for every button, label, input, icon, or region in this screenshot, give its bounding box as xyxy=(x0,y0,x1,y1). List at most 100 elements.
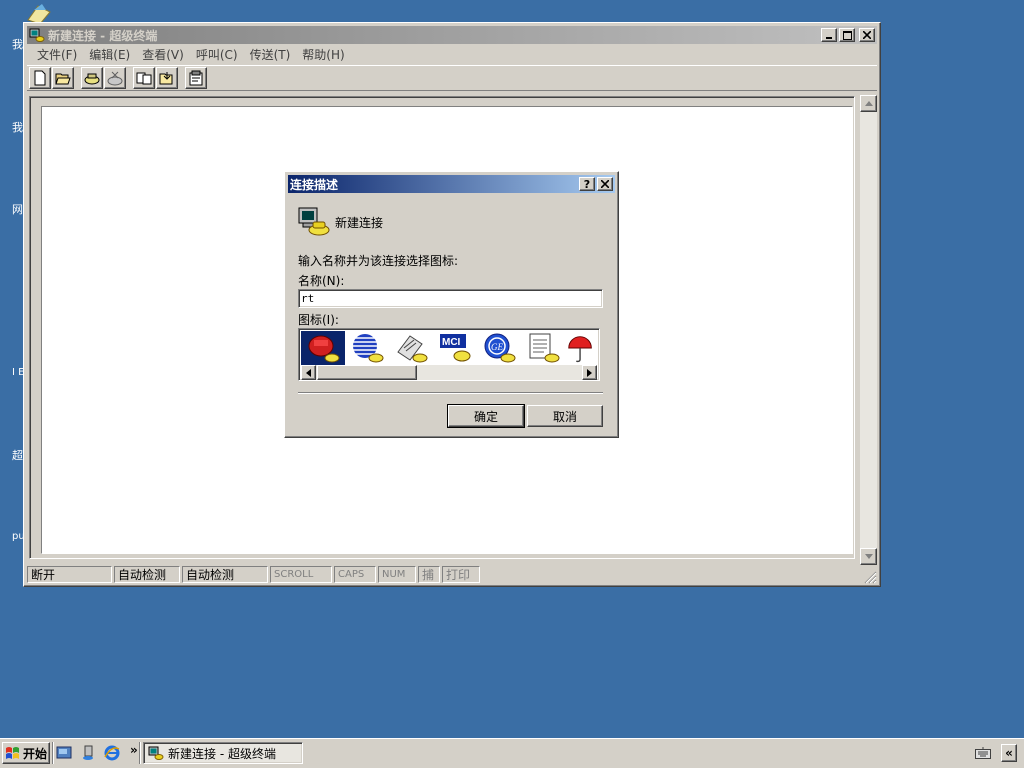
icon-label: 图标(I): xyxy=(298,313,339,327)
umbrella-icon xyxy=(568,336,592,363)
status-detect-speed: 自动检测 xyxy=(114,566,180,583)
window-title: 新建连接 - 超级终端 xyxy=(48,28,158,43)
minimize-icon xyxy=(826,37,832,39)
vertical-scrollbar[interactable] xyxy=(860,95,877,565)
keyboard-icon[interactable] xyxy=(975,747,991,759)
help-button[interactable]: ? xyxy=(579,177,595,191)
cancel-button[interactable]: 取消 xyxy=(527,405,603,427)
close-icon xyxy=(601,180,609,188)
menu-bar: 文件(F) 编辑(E) 查看(V) 呼叫(C) 传送(T) 帮助(H) xyxy=(27,45,877,64)
system-tray: « xyxy=(970,742,1022,764)
new-button[interactable] xyxy=(29,67,51,89)
arrow-down-icon xyxy=(864,554,873,559)
icon-list[interactable]: MCI GE xyxy=(298,328,600,381)
instruction-text: 输入名称并为该连接选择图标: xyxy=(298,254,459,268)
menu-help[interactable]: 帮助(H) xyxy=(296,46,350,63)
taskbar-item-label: 新建连接 - 超级终端 xyxy=(168,746,276,761)
receive-icon xyxy=(159,72,173,85)
icon-list-scrollbar[interactable] xyxy=(301,365,597,380)
menu-transfer[interactable]: 传送(T) xyxy=(244,46,297,63)
icon-option[interactable] xyxy=(521,331,565,365)
icon-option[interactable] xyxy=(301,331,345,365)
notes-icon xyxy=(529,333,560,363)
dialog-titlebar[interactable]: 连接描述 ? xyxy=(288,175,615,193)
minimize-button[interactable] xyxy=(821,28,837,42)
open-button[interactable] xyxy=(52,67,74,89)
status-connection: 断开 xyxy=(27,566,112,583)
taskbar-divider xyxy=(52,742,54,764)
menu-file[interactable]: 文件(F) xyxy=(31,46,83,63)
internet-explorer-icon[interactable] xyxy=(104,745,120,761)
arrow-up-icon xyxy=(864,101,873,106)
quicklaunch-chevron[interactable]: » xyxy=(130,743,138,757)
outlook-express-icon[interactable] xyxy=(80,745,96,761)
new-icon xyxy=(34,70,46,86)
receive-button[interactable] xyxy=(156,67,178,89)
open-icon xyxy=(55,73,71,85)
send-button[interactable] xyxy=(133,67,155,89)
taskbar-divider xyxy=(139,742,141,764)
menu-call[interactable]: 呼叫(C) xyxy=(190,46,244,63)
disconnect-button[interactable] xyxy=(104,67,126,89)
status-capture: 捕 xyxy=(418,566,440,583)
scroll-left-button[interactable] xyxy=(301,365,316,380)
name-input[interactable] xyxy=(298,289,603,308)
ok-button[interactable]: 确定 xyxy=(447,404,525,428)
globe-icon xyxy=(353,334,384,363)
scroll-thumb[interactable] xyxy=(317,365,417,380)
show-desktop-icon[interactable] xyxy=(56,745,72,761)
maximize-icon xyxy=(842,30,852,40)
properties-icon xyxy=(189,70,203,86)
windows-logo-icon xyxy=(5,747,19,759)
dialog-divider xyxy=(298,392,603,394)
icon-option[interactable] xyxy=(389,331,433,365)
taskbar: 开始 » 新建连接 - 超级终端 « xyxy=(0,738,1024,768)
status-scroll: SCROLL xyxy=(270,566,332,583)
close-button[interactable] xyxy=(859,28,875,42)
scroll-down-button[interactable] xyxy=(860,548,877,565)
status-detect-parity: 自动检测 xyxy=(182,566,268,583)
mci-icon: MCI xyxy=(440,334,471,362)
maximize-button[interactable] xyxy=(839,28,855,42)
status-print: 打印 xyxy=(442,566,480,583)
properties-button[interactable] xyxy=(185,67,207,89)
ge-icon: GE xyxy=(484,333,516,363)
fax-icon xyxy=(397,335,428,363)
dialog-title: 连接描述 xyxy=(290,177,339,192)
desktop-icon[interactable] xyxy=(24,2,54,25)
hyperterminal-icon xyxy=(29,28,45,42)
tray-expand-button[interactable]: « xyxy=(1001,744,1017,762)
status-bar: 断开 自动检测 自动检测 SCROLL CAPS NUM 捕 打印 xyxy=(27,565,877,584)
icon-option[interactable] xyxy=(345,331,389,365)
hyperterminal-large-icon xyxy=(298,207,330,236)
dialog-close-button[interactable] xyxy=(597,177,613,191)
menu-view[interactable]: 查看(V) xyxy=(136,46,190,63)
hyperterminal-icon xyxy=(148,746,164,760)
call-button[interactable] xyxy=(81,67,103,89)
status-num: NUM xyxy=(378,566,416,583)
menu-edit[interactable]: 编辑(E) xyxy=(83,46,136,63)
phone-icon xyxy=(308,335,340,363)
scroll-right-button[interactable] xyxy=(582,365,597,380)
send-icon xyxy=(136,72,152,85)
svg-text:GE: GE xyxy=(491,342,503,352)
arrow-right-icon xyxy=(587,368,592,377)
status-caps: CAPS xyxy=(334,566,376,583)
scroll-up-button[interactable] xyxy=(860,95,877,112)
dialog-header: 新建连接 xyxy=(335,216,384,230)
toolbar xyxy=(27,65,877,91)
start-button[interactable]: 开始 xyxy=(2,742,50,764)
svg-text:MCI: MCI xyxy=(442,337,461,348)
resize-grip-icon[interactable] xyxy=(863,570,877,584)
start-label: 开始 xyxy=(22,746,47,761)
connection-description-dialog: 连接描述 ? 新建连接 输入名称并为该连接选择图标: 名称(N): 图标(I): xyxy=(284,171,619,438)
close-icon xyxy=(863,31,871,39)
icon-option[interactable]: MCI xyxy=(433,331,477,365)
icon-option[interactable]: GE xyxy=(477,331,521,365)
call-icon xyxy=(84,73,100,85)
window-titlebar[interactable]: 新建连接 - 超级终端 xyxy=(27,26,877,44)
icon-option[interactable] xyxy=(565,331,597,365)
disconnect-icon xyxy=(107,71,123,86)
taskbar-item-hyperterminal[interactable]: 新建连接 - 超级终端 xyxy=(143,742,303,764)
question-icon: ? xyxy=(583,177,591,191)
